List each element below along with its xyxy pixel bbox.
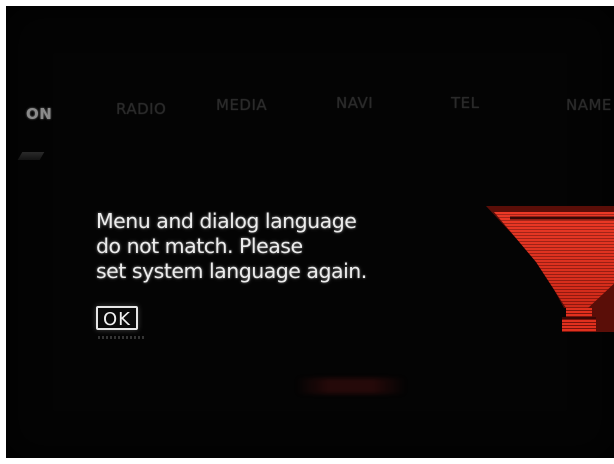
- tab-on[interactable]: ON: [26, 105, 52, 123]
- tab-media[interactable]: MEDIA: [216, 96, 267, 114]
- display-screen: ON RADIO MEDIA NAVI TEL NAME Menu and di…: [6, 6, 614, 458]
- dialog-message: Menu and dialog language do not match. P…: [96, 209, 436, 284]
- tab-radio[interactable]: RADIO: [116, 100, 166, 118]
- dialog-message-line: set system language again.: [96, 259, 367, 283]
- faded-background-logo: [296, 378, 406, 394]
- ok-button-focus-underline: [98, 336, 144, 339]
- tab-selection-indicator: [17, 152, 45, 160]
- dialog-message-line: do not match. Please: [96, 234, 303, 258]
- red-funnel-icon: [486, 206, 614, 332]
- tab-navi[interactable]: NAVI: [336, 94, 373, 112]
- top-menu-tabs: ON RADIO MEDIA NAVI TEL NAME: [6, 94, 614, 124]
- tab-tel[interactable]: TEL: [451, 94, 480, 112]
- dialog-message-line: Menu and dialog language: [96, 209, 357, 233]
- tab-name[interactable]: NAME: [566, 96, 612, 114]
- ok-button[interactable]: OK: [96, 306, 138, 330]
